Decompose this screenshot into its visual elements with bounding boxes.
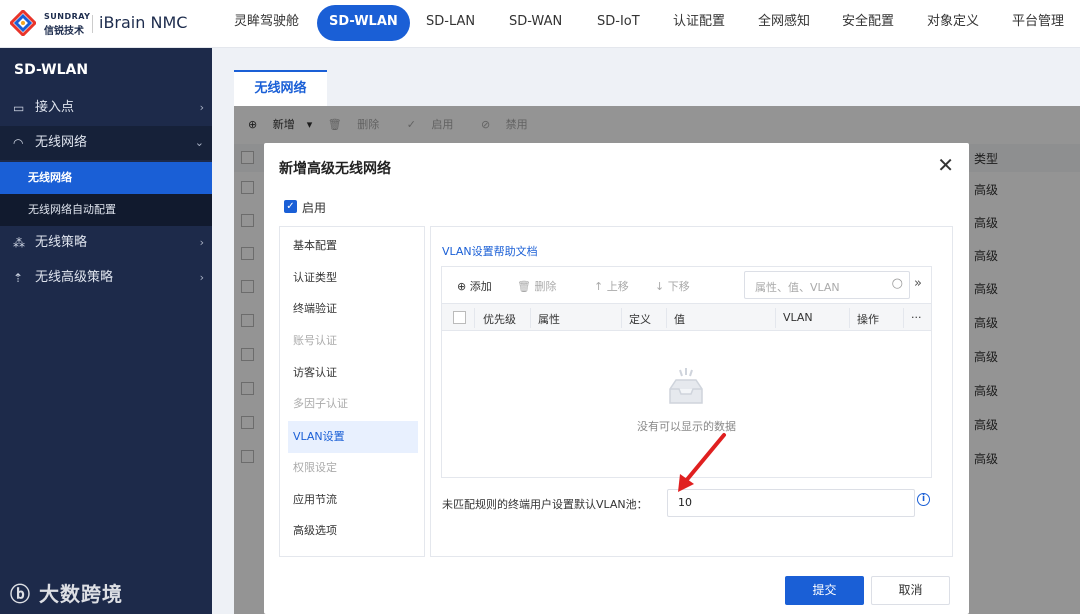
annotation-arrow	[678, 433, 726, 492]
nav-sd-wlan[interactable]: SD-WLAN	[317, 5, 410, 41]
menu-item-vlan-settings[interactable]: VLAN设置	[288, 421, 418, 453]
menu-item-basic-config[interactable]: 基本配置	[280, 230, 424, 262]
top-navbar: SUNDRAY 信锐技术 iBrain NMC 灵眸驾驶舱 SD-WLAN SD…	[0, 0, 1080, 48]
trash-icon: 🗑	[517, 280, 531, 293]
vlan-table-header: 优先级 属性 定义 值 VLAN 操作 ···	[442, 303, 931, 331]
nav-object-definition[interactable]: 对象定义	[915, 5, 991, 41]
menu-item-auth-type[interactable]: 认证类型	[280, 262, 424, 294]
menu-item-terminal-verification[interactable]: 终端验证	[280, 293, 424, 325]
column-divider	[903, 308, 904, 328]
column-header-attribute: 属性	[538, 313, 560, 326]
vlan-table-toolbar: ⊕ 添加 🗑 删除 ↑ 上移 ↓ 下移 属性、值、VLAN ○ »	[442, 267, 931, 303]
menu-item-mfa: 多因子认证	[293, 397, 348, 410]
tab-wireless-network[interactable]: 无线网络	[234, 70, 327, 106]
sidebar-item-label: 接入点	[35, 100, 75, 115]
move-up-button[interactable]: ↑ 上移	[594, 278, 629, 294]
nav-sd-lan[interactable]: SD-LAN	[414, 5, 487, 41]
nav-network-awareness[interactable]: 全网感知	[746, 5, 822, 41]
column-header-vlan: VLAN	[783, 311, 813, 324]
config-menu: 基本配置 认证类型 终端验证 账号认证 访客认证 多因子认证 VLAN设置 权限…	[279, 226, 425, 557]
submit-button[interactable]: 提交	[785, 576, 864, 605]
sidebar: SD-WLAN ▭ 接入点 › ◠ 无线网络 ⌄ 无线网络 无线网络自动配置 ⁂…	[0, 48, 212, 614]
column-divider	[530, 308, 531, 328]
watermark-text: 大数跨境	[38, 582, 123, 606]
search-icon[interactable]: ○	[892, 276, 903, 291]
vlan-help-link[interactable]: VLAN设置帮助文档	[442, 243, 538, 259]
nav-auth-config[interactable]: 认证配置	[661, 5, 737, 41]
info-icon[interactable]: i	[917, 493, 930, 506]
menu-item-guest-auth[interactable]: 访客认证	[280, 357, 424, 389]
nav-dashboard[interactable]: 灵眸驾驶舱	[222, 5, 311, 41]
sidebar-item-wireless-policy[interactable]: ⁂ 无线策略 ›	[0, 226, 212, 260]
main-tabbar	[212, 48, 1080, 106]
chevron-right-icon: ›	[199, 236, 204, 249]
add-rule-button[interactable]: ⊕ 添加	[457, 278, 492, 294]
menu-item-app-throttling[interactable]: 应用节流	[280, 484, 424, 516]
arrow-up-icon: ↑	[594, 280, 604, 293]
menu-item-advanced-options[interactable]: 高级选项	[280, 515, 424, 547]
column-header-actions: 操作	[857, 313, 879, 326]
policy-icon: ⁂	[13, 236, 25, 250]
dialog-title: 新增高级无线网络	[279, 161, 391, 177]
sidebar-item-label: 无线高级策略	[35, 270, 114, 285]
sidebar-item-label: 无线策略	[35, 235, 88, 250]
sidebar-subitem-wireless-network[interactable]: 无线网络	[0, 162, 212, 194]
wifi-icon: ◠	[13, 136, 24, 150]
menu-item-account-auth: 账号认证	[293, 334, 337, 347]
plus-circle-icon: ⊕	[457, 280, 467, 293]
brand-en: SUNDRAY	[44, 12, 91, 21]
column-divider	[474, 308, 475, 328]
vlan-settings-panel: VLAN设置帮助文档 ⊕ 添加 🗑 删除 ↑ 上移 ↓ 下移 属性、值、VLAN…	[430, 226, 953, 557]
arrow-down-icon: ↓	[655, 280, 665, 293]
default-vlan-pool-label: 未匹配规则的终端用户设置默认VLAN池：	[442, 498, 648, 511]
vlan-search-input[interactable]: 属性、值、VLAN ○	[744, 271, 910, 299]
chevron-right-icon: ›	[199, 271, 204, 284]
chevron-right-icon: ›	[199, 101, 204, 114]
move-down-button[interactable]: ↓ 下移	[655, 278, 690, 294]
column-settings-icon[interactable]: ···	[911, 311, 922, 324]
sidebar-item-access-point[interactable]: ▭ 接入点 ›	[0, 91, 212, 125]
sidebar-item-wireless-advanced-policy[interactable]: ⇡ 无线高级策略 ›	[0, 261, 212, 295]
sidebar-subitem-wireless-auto-config[interactable]: 无线网络自动配置	[0, 194, 212, 226]
nav-platform-management[interactable]: 平台管理	[1000, 5, 1076, 41]
app-title: iBrain NMC	[99, 13, 188, 32]
column-divider	[775, 308, 776, 328]
sidebar-title: SD-WLAN	[14, 62, 89, 78]
router-icon: ▭	[13, 101, 25, 115]
menu-item-permissions: 权限设定	[293, 461, 337, 474]
close-icon[interactable]: ✕	[937, 153, 954, 177]
sundray-logo	[10, 10, 36, 36]
add-advanced-wireless-network-dialog: 新增高级无线网络 ✕ ✓ 启用 基本配置 认证类型 终端验证 账号认证 访客认证…	[264, 143, 969, 614]
empty-inbox-icon	[669, 368, 703, 404]
search-placeholder: 属性、值、VLAN	[755, 281, 840, 294]
watermark-logo-icon: ⓑ	[10, 582, 39, 606]
cancel-button[interactable]: 取消	[871, 576, 950, 605]
chevron-down-icon: ⌄	[194, 136, 204, 149]
select-all-checkbox[interactable]	[453, 311, 466, 324]
enable-checkbox[interactable]: ✓	[284, 200, 297, 213]
column-header-priority: 优先级	[483, 313, 516, 326]
column-divider	[621, 308, 622, 328]
nav-security-config[interactable]: 安全配置	[830, 5, 906, 41]
brand-cn: 信锐技术	[44, 26, 84, 37]
column-divider	[666, 308, 667, 328]
enable-label: 启用	[302, 201, 327, 215]
sidebar-item-label: 无线网络	[35, 135, 88, 150]
brand-divider	[92, 15, 93, 33]
watermark: ⓑ 大数跨境	[10, 578, 123, 607]
column-header-value: 值	[674, 313, 685, 326]
advanced-policy-icon: ⇡	[13, 271, 24, 285]
nav-sd-wan[interactable]: SD-WAN	[497, 5, 574, 41]
delete-rule-button[interactable]: 🗑 删除	[517, 278, 556, 294]
sidebar-item-wireless-network[interactable]: ◠ 无线网络 ⌄	[0, 126, 212, 160]
column-header-definition: 定义	[629, 313, 651, 326]
nav-sd-iot[interactable]: SD-IoT	[585, 5, 652, 41]
expand-more-icon[interactable]: »	[914, 276, 922, 291]
column-divider	[849, 308, 850, 328]
